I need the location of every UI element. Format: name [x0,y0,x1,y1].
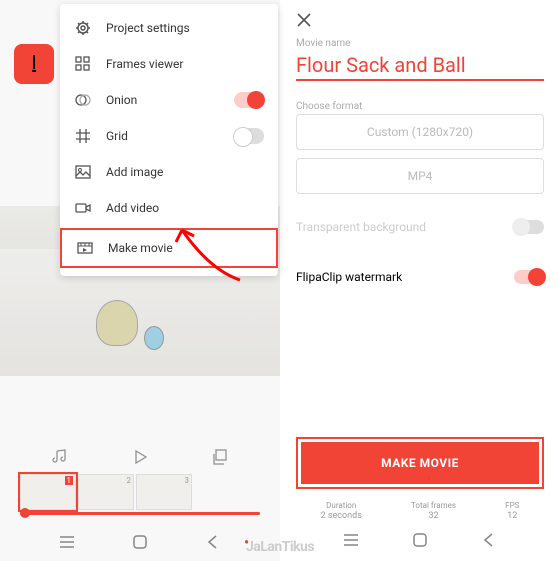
frame-thumb-3[interactable]: 3 [136,474,192,510]
fps-label: FPS [505,501,519,510]
fps-value: 12 [505,511,519,521]
android-nav [0,523,280,561]
menu-label: Frames viewer [106,57,264,71]
menu-add-video[interactable]: Add video [60,190,278,226]
grid-icon [74,55,92,73]
onion-icon [74,91,92,109]
duration-value: 2 seconds [321,511,362,521]
menu-label: Add image [106,165,264,179]
codec-select[interactable]: MP4 [296,158,544,194]
watermark-toggle[interactable] [514,270,544,284]
gear-icon [74,19,92,37]
menu-label: Grid [106,129,234,143]
play-icon[interactable] [129,446,151,468]
close-button[interactable] [296,12,544,28]
menu-frames-viewer[interactable]: Frames viewer [60,46,278,82]
duration-label: Duration [321,501,362,510]
timeline-scrubber[interactable] [20,512,260,515]
make-movie-button[interactable]: MAKE MOVIE [301,442,539,484]
player-controls [0,434,280,468]
frames-label: Total frames [411,501,456,510]
make-movie-highlight: MAKE MOVIE [296,437,544,489]
image-icon [74,163,92,181]
hash-icon [74,127,92,145]
recents-button[interactable] [58,533,76,551]
back-button[interactable] [480,531,498,549]
watermark-row: FlipaClip watermark [296,270,544,284]
frames-value: 32 [411,511,456,521]
watermark-label: FlipaClip watermark [296,270,402,284]
menu-grid[interactable]: Grid [60,118,278,154]
character-sprite [96,300,138,350]
app-left-screen: Project settings Frames viewer Onion Gri… [0,0,280,561]
menu-onion[interactable]: Onion [60,82,278,118]
back-button[interactable] [204,533,222,551]
movie-icon [76,239,94,257]
format-label: Choose format [296,101,544,112]
project-thumbnail[interactable] [14,44,54,84]
menu-label: Make movie [108,241,262,255]
menu-label: Add video [106,201,264,215]
context-menu: Project settings Frames viewer Onion Gri… [60,4,278,276]
home-button[interactable] [411,531,429,549]
grid-toggle[interactable] [234,128,264,144]
recents-button[interactable] [342,531,360,549]
frame-timeline[interactable]: 1 2 3 [0,468,280,512]
ball-sprite [144,326,164,350]
frame-thumb-2[interactable]: 2 [78,474,134,510]
transparent-bg-label: Transparent background [296,220,426,234]
music-icon[interactable] [49,446,71,468]
layers-icon[interactable] [209,446,231,468]
menu-add-image[interactable]: Add image [60,154,278,190]
menu-label: Project settings [106,21,264,35]
resolution-select[interactable]: Custom (1280x720) [296,114,544,150]
make-movie-screen: Movie name Choose format Custom (1280x72… [280,0,560,561]
menu-make-movie[interactable]: Make movie [60,228,278,268]
android-nav-right [296,525,544,549]
transparent-bg-toggle[interactable] [514,220,544,234]
frame-thumb-1[interactable]: 1 [20,474,76,510]
movie-name-input[interactable] [296,51,544,81]
onion-toggle[interactable] [234,92,264,108]
home-button[interactable] [131,533,149,551]
movie-name-label: Movie name [296,38,544,49]
menu-label: Onion [106,93,234,107]
transparent-bg-row: Transparent background [296,220,544,234]
menu-project-settings[interactable]: Project settings [60,10,278,46]
video-icon [74,199,92,217]
movie-stats: Duration2 seconds Total frames32 FPS12 [296,501,544,521]
